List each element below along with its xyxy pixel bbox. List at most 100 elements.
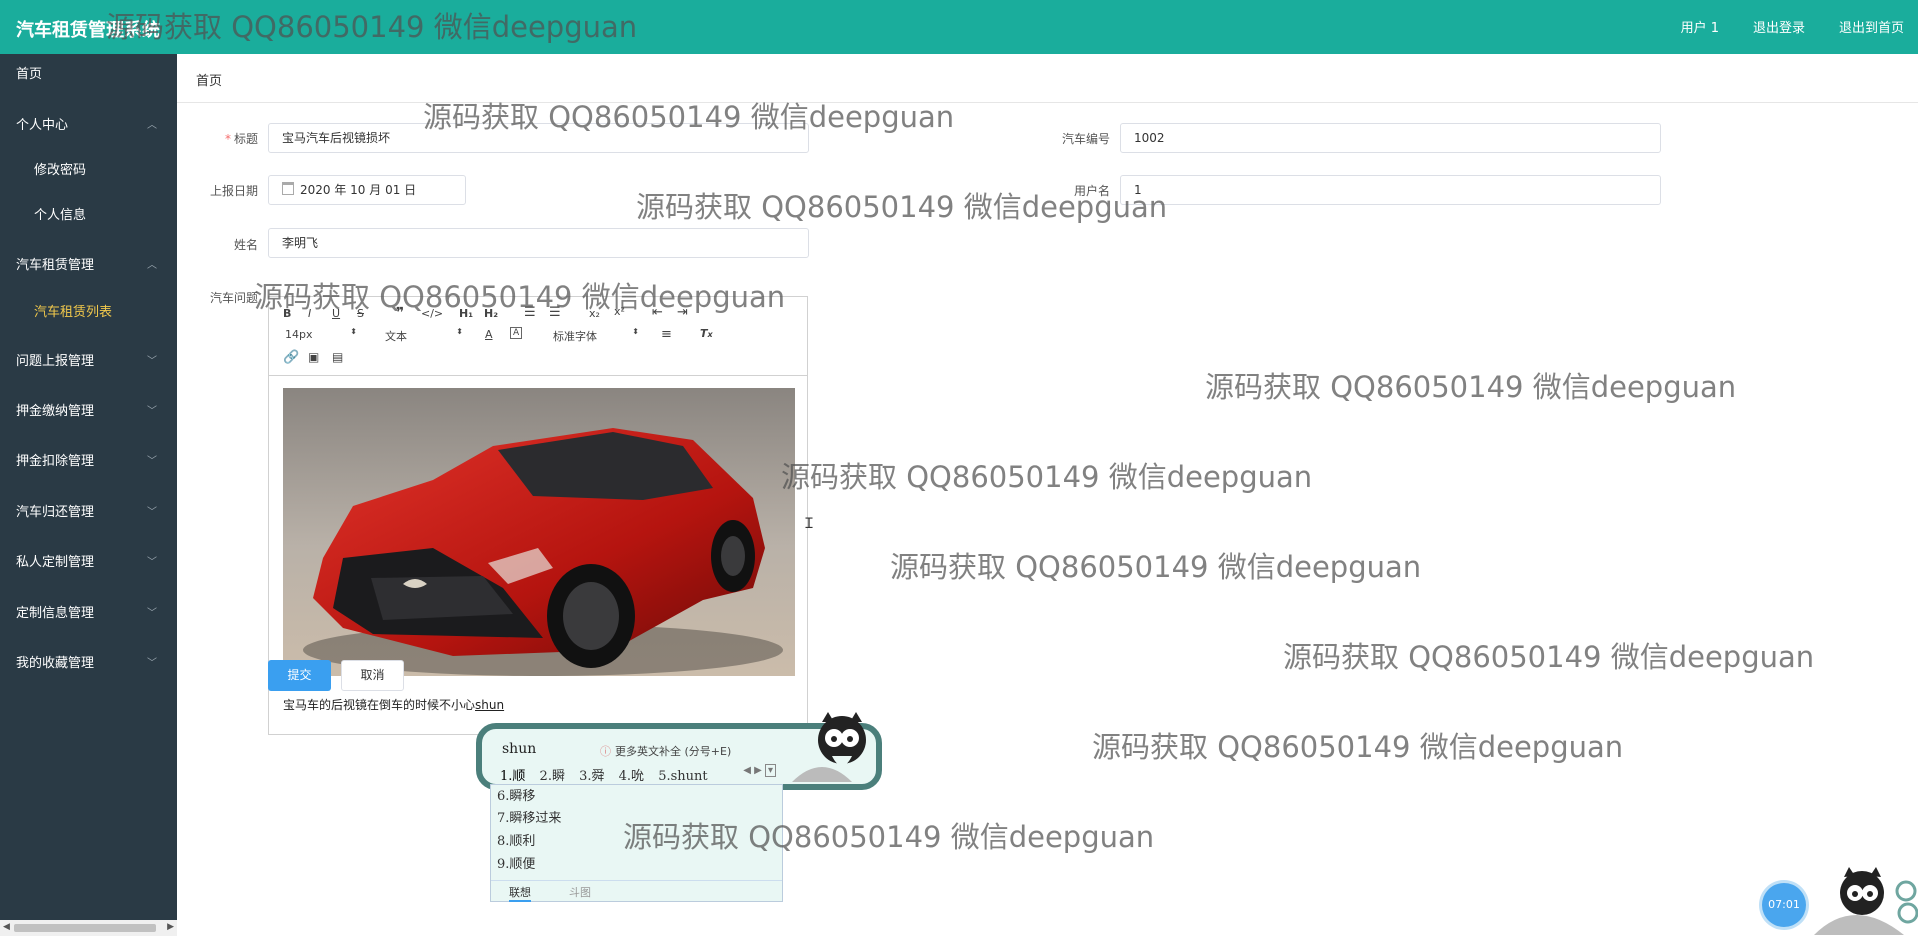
- sidebar-item-favorites[interactable]: 我的收藏管理 ﹀: [0, 650, 177, 678]
- logout-link[interactable]: 退出登录: [1753, 17, 1805, 36]
- superscript-icon[interactable]: x²: [614, 305, 625, 318]
- scrollbar-thumb[interactable]: [14, 924, 156, 932]
- title-input[interactable]: 宝马汽车后视镜损坏: [268, 123, 809, 153]
- watermark: 源码获取 QQ86050149 微信deepguan: [781, 460, 1313, 494]
- sidebar-horizontal-scrollbar[interactable]: ◀ ▶: [0, 920, 177, 936]
- ime-composition: shun: [502, 741, 537, 757]
- name-label: 姓名: [233, 238, 258, 252]
- ime-mascot-icon: [792, 712, 866, 782]
- ime-candidate[interactable]: 9.顺便: [497, 853, 535, 872]
- sidebar-item-private-custom[interactable]: 私人定制管理 ﹀: [0, 549, 177, 577]
- date-picker[interactable]: 2020 年 10 月 01 日: [268, 175, 466, 205]
- sidebar-item-deposit-deduction[interactable]: 押金扣除管理 ﹀: [0, 448, 177, 476]
- info-icon: ⓘ: [600, 745, 611, 758]
- font-family-select[interactable]: 标准字体 ⬍: [553, 327, 639, 344]
- car-photo: [283, 388, 795, 676]
- ime-tab-stickers[interactable]: 斗图: [569, 884, 591, 900]
- code-block-icon[interactable]: </>: [421, 307, 443, 320]
- username-input[interactable]: 1: [1120, 175, 1661, 205]
- font-color-icon[interactable]: A: [485, 328, 493, 341]
- ime-candidate[interactable]: 3.舜: [579, 769, 604, 784]
- select-arrows-icon: ⬍: [632, 327, 639, 336]
- heading1-icon[interactable]: H₁: [459, 307, 473, 320]
- header-links: 用户 1 退出登录 退出到首页: [1681, 17, 1904, 36]
- ime-prev-icon[interactable]: ◀: [743, 765, 751, 776]
- sidebar-item-label: 汽车归还管理: [16, 505, 95, 520]
- background-color-icon[interactable]: A: [510, 327, 523, 339]
- sidebar-item-car-rental[interactable]: 汽车租赁管理 ︿: [0, 252, 177, 280]
- sidebar-item-label: 押金扣除管理: [16, 454, 95, 469]
- font-family-value: 标准字体: [553, 330, 597, 343]
- ime-candidate[interactable]: 7.瞬移过来: [497, 807, 561, 826]
- ordered-list-icon[interactable]: ☰: [524, 305, 536, 320]
- underline-icon[interactable]: U: [332, 307, 340, 320]
- date-label: 上报日期: [209, 184, 258, 198]
- text-cursor-icon: Ｉ: [802, 516, 816, 532]
- chevron-down-icon: ﹀: [147, 658, 157, 669]
- chevron-down-icon: ﹀: [147, 456, 157, 467]
- sidebar-item-issue-report[interactable]: 问题上报管理 ﹀: [0, 348, 177, 376]
- editor-composing-text: shun: [475, 698, 505, 712]
- sidebar-item-deposit-payment[interactable]: 押金缴纳管理 ﹀: [0, 398, 177, 426]
- ime-page-nav[interactable]: ◀ ▶ ▾: [743, 764, 776, 777]
- indent-icon[interactable]: ⇥: [677, 305, 688, 320]
- submit-button[interactable]: 提交: [268, 660, 331, 691]
- title-label: * 标题: [176, 130, 258, 147]
- sidebar-item-personal-center[interactable]: 个人中心 ︿: [0, 112, 177, 140]
- blockquote-icon[interactable]: ❞: [396, 305, 404, 321]
- ime-candidate[interactable]: 4.吮: [619, 769, 644, 784]
- bullet-list-icon[interactable]: ☰: [549, 305, 561, 320]
- ime-candidate[interactable]: 1.顺: [500, 769, 525, 784]
- sidebar-item-label: 押金缴纳管理: [16, 404, 95, 419]
- clock-badge[interactable]: 07:01: [1762, 883, 1806, 927]
- top-header: 汽车租赁管理系统 用户 1 退出登录 退出到首页: [0, 0, 1918, 54]
- font-size-select[interactable]: 14px ⬍: [285, 327, 357, 341]
- cancel-button[interactable]: 取消: [341, 660, 404, 691]
- name-input[interactable]: 李明飞: [268, 228, 809, 258]
- sidebar-item-custom-info[interactable]: 定制信息管理 ﹀: [0, 600, 177, 628]
- sidebar-item-personal-info[interactable]: 个人信息: [0, 202, 177, 230]
- outdent-icon[interactable]: ⇤: [652, 305, 663, 320]
- italic-icon[interactable]: I: [308, 307, 311, 320]
- ime-tabs: 联想 斗图: [491, 880, 782, 902]
- editor-text-before: 宝马车的后视镜在倒车的时候不小心: [283, 698, 476, 712]
- link-icon[interactable]: 🔗: [283, 350, 299, 365]
- sidebar-item-label: 问题上报管理: [16, 354, 95, 369]
- scroll-right-icon[interactable]: ▶: [167, 922, 174, 932]
- sidebar-item-label: 我的收藏管理: [16, 656, 95, 671]
- sidebar-item-car-rental-list[interactable]: 汽车租赁列表: [0, 299, 177, 327]
- ime-expand-icon[interactable]: ▾: [764, 764, 776, 777]
- sidebar-item-change-password[interactable]: 修改密码: [0, 157, 177, 185]
- ime-candidate[interactable]: 2.瞬: [540, 769, 565, 784]
- ime-candidate[interactable]: 8.顺利: [497, 830, 535, 849]
- scroll-left-icon[interactable]: ◀: [3, 922, 10, 932]
- sidebar-item-car-return[interactable]: 汽车归还管理 ﹀: [0, 499, 177, 527]
- clear-format-icon[interactable]: Tx: [700, 327, 713, 340]
- breadcrumb-home[interactable]: 首页: [196, 70, 222, 89]
- ime-tab-association[interactable]: 联想: [509, 884, 531, 902]
- chevron-down-icon: ﹀: [147, 608, 157, 619]
- image-icon[interactable]: ▣: [308, 350, 319, 364]
- sidebar-item-label: 汽车租赁管理: [16, 258, 95, 273]
- breadcrumb: 首页: [177, 54, 1918, 103]
- subscript-icon[interactable]: x₂: [589, 307, 600, 320]
- strike-icon[interactable]: S: [357, 307, 364, 320]
- ime-candidate[interactable]: 6.瞬移: [497, 785, 535, 804]
- user-link[interactable]: 用户 1: [1681, 17, 1719, 36]
- sidebar: 首页 个人中心 ︿ 修改密码 个人信息 汽车租赁管理 ︿ 汽车租赁列表 问题上报管理…: [0, 54, 177, 936]
- watermark: 源码获取 QQ86050149 微信deepguan: [1283, 640, 1815, 674]
- editor-toolbar: B I U S ❞ </> H₁ H₂ ☰ ☰ x₂ x² ⇤ ⇥ 14px ⬍ …: [269, 297, 807, 376]
- block-format-select[interactable]: 文本 ⬍: [385, 327, 463, 344]
- sidebar-item-label: 汽车租赁列表: [34, 305, 113, 320]
- video-icon[interactable]: ▤: [332, 350, 343, 364]
- car-no-input[interactable]: 1002: [1120, 123, 1661, 153]
- sidebar-item-home[interactable]: 首页: [0, 61, 177, 89]
- align-icon[interactable]: ≡: [661, 327, 672, 342]
- select-arrows-icon: ⬍: [456, 327, 463, 336]
- bold-icon[interactable]: B: [283, 307, 291, 320]
- ime-next-icon[interactable]: ▶: [754, 765, 762, 776]
- exit-to-home-link[interactable]: 退出到首页: [1839, 17, 1904, 36]
- editor-content[interactable]: 宝马车的后视镜在倒车的时候不小心shun: [283, 696, 504, 713]
- ime-candidate[interactable]: 5.shunt: [658, 769, 707, 784]
- heading2-icon[interactable]: H₂: [484, 307, 498, 320]
